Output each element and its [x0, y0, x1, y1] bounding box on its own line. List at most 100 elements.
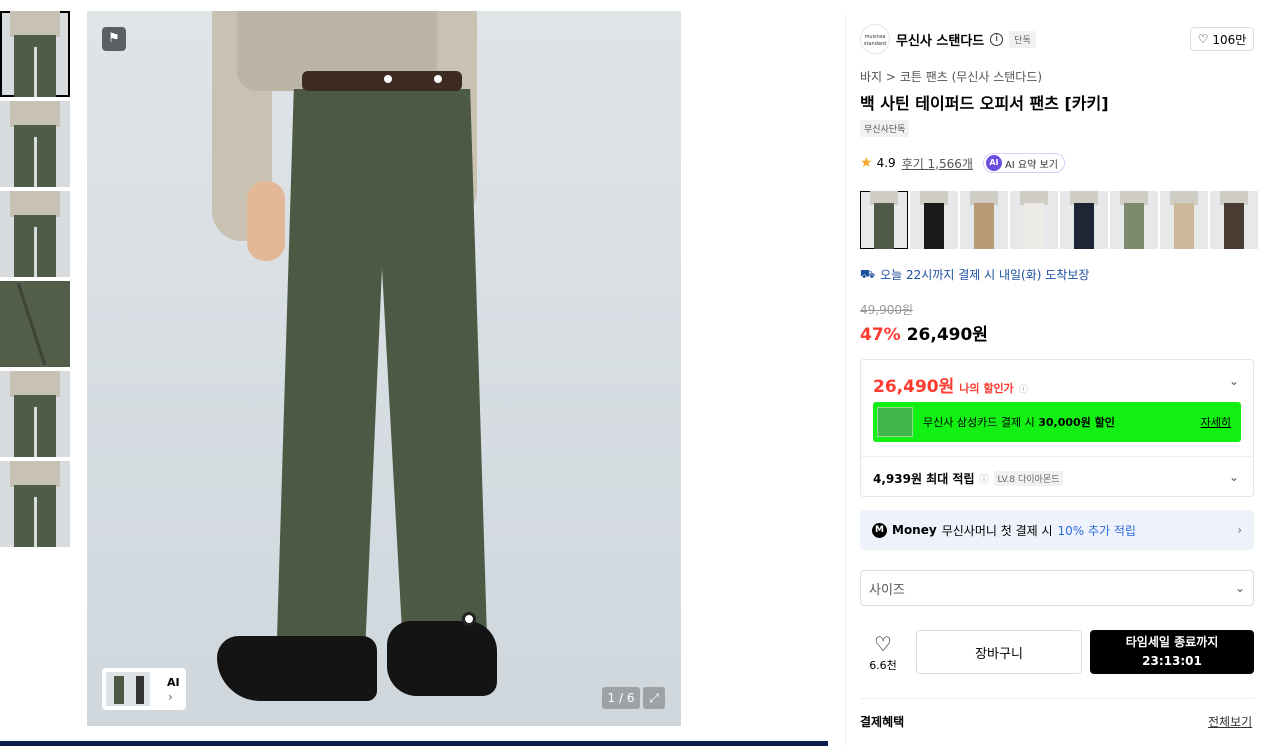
card-more-link[interactable]: 자세히 — [1201, 414, 1231, 430]
chevron-down-icon: ⌄ — [1234, 581, 1245, 595]
color-option-4[interactable] — [1010, 191, 1058, 249]
main-product-image[interactable]: ⚑ AI › 1 / 6 ⤢ — [87, 11, 681, 726]
expand-icon[interactable]: ⤢ — [643, 687, 665, 709]
my-price-amount: 26,490원 — [873, 377, 955, 397]
exclusive-chip: 단독 — [1009, 30, 1036, 48]
info-icon[interactable]: ⓘ — [1019, 382, 1028, 395]
thumbnail-4[interactable] — [0, 281, 70, 367]
thumbnail-torso — [10, 11, 60, 37]
color-option-1[interactable] — [860, 191, 908, 249]
info-icon[interactable]: ⓘ — [980, 472, 989, 485]
thumbnail-6[interactable] — [0, 461, 70, 547]
card-promo-banner[interactable]: 무신사 삼성카드 결제 시 30,000원 할인 자세히 — [873, 402, 1241, 442]
color-option-pants — [1124, 203, 1144, 249]
ai-preview-image — [106, 672, 150, 706]
price-row: 47% 26,490원 — [860, 320, 988, 345]
ai-icon: AI — [985, 155, 1002, 171]
color-option-pants — [874, 203, 894, 249]
color-option-pants — [1224, 203, 1244, 249]
product-title: 백 사틴 테이퍼드 오피서 팬츠 [카키] — [860, 94, 1109, 113]
thumbnail-detail — [16, 282, 47, 366]
info-icon[interactable]: i — [990, 32, 1004, 46]
color-option-pants — [924, 203, 944, 249]
money-logo-icon: M — [872, 522, 887, 538]
color-option-5[interactable] — [1060, 191, 1108, 249]
benefit-box: 26,490원 나의 할인가 ⓘ ⌄ 무신사 삼성카드 결제 시 30,000원… — [860, 359, 1254, 497]
color-option-pants — [1024, 203, 1044, 249]
brand-like-count: 106만 — [1212, 32, 1247, 47]
review-link[interactable]: 후기 1,566개 — [902, 155, 973, 172]
add-to-cart-button[interactable]: 장바구니 — [916, 630, 1082, 674]
money-promo-bar[interactable]: M Money 무신사머니 첫 결제 시 10% 추가 적립 › — [860, 510, 1254, 550]
discount-rate: 47% — [860, 325, 901, 345]
thumbnail-torso — [10, 101, 60, 127]
image-counter: 1 / 6 — [602, 687, 640, 709]
divider — [860, 698, 1254, 699]
card-promo-amount: 30,000원 할인 — [1038, 416, 1115, 429]
rating-value: 4.9 — [876, 156, 896, 170]
color-option-pants — [974, 203, 994, 249]
brand-like-button[interactable]: ♡ 106만 — [1190, 27, 1254, 51]
color-option-pants — [1174, 203, 1194, 249]
chevron-right-icon: > — [885, 70, 896, 84]
divider — [861, 456, 1253, 457]
points-row[interactable]: 4,939원 최대 적립 ⓘ LV.8 다이아몬드 — [873, 470, 1064, 487]
thumbnail-3[interactable] — [0, 191, 70, 277]
card-promo-text: 무신사 삼성카드 결제 시 30,000원 할인 — [923, 414, 1115, 430]
thumbnail-pants — [14, 395, 56, 457]
tag-icon[interactable]: ⚑ — [102, 27, 126, 51]
color-options — [860, 191, 1258, 249]
brand-name[interactable]: 무신사 스탠다드 — [896, 30, 984, 49]
color-option-3[interactable] — [960, 191, 1008, 249]
bottom-bar — [0, 741, 828, 746]
thumbnail-1[interactable] — [0, 11, 70, 97]
delivery-info: ⛟ 오늘 22시까지 결제 시 내일(화) 도착보장 — [860, 266, 1089, 283]
ai-similar-button[interactable]: AI › — [102, 668, 186, 710]
breadcrumb-category[interactable]: 바지 — [860, 70, 882, 84]
color-option-2[interactable] — [910, 191, 958, 249]
product-info-panel: musinsa standard 무신사 스탠다드 i 단독 ♡ 106만 바지… — [845, 13, 1272, 746]
thumbnail-pants — [14, 125, 56, 187]
ai-label: AI — [167, 676, 180, 689]
level-chip: LV.8 다이아몬드 — [993, 471, 1064, 486]
payment-view-all-link[interactable]: 전체보기 — [1208, 713, 1252, 730]
color-option-8[interactable] — [1210, 191, 1258, 249]
thumbnail-5[interactable] — [0, 371, 70, 457]
musinsa-exclusive-chip: 무신사단독 — [860, 120, 910, 137]
product-page: ⚑ AI › 1 / 6 ⤢ musinsa standard 무신사 스탠다드… — [0, 0, 1272, 746]
breadcrumb: 바지 > 코튼 팬츠 (무신사 스탠다드) — [860, 68, 1042, 85]
rating-row: ★ 4.9 후기 1,566개 AI AI 요약 보기 — [860, 153, 1065, 173]
color-option-6[interactable] — [1110, 191, 1158, 249]
original-price: 49,900원 — [860, 303, 914, 317]
brand-logo[interactable]: musinsa standard — [860, 24, 890, 54]
wishlist-button[interactable]: ♡ 6.6천 — [860, 633, 906, 673]
size-placeholder: 사이즈 — [869, 582, 905, 598]
brand-row: musinsa standard 무신사 스탠다드 i 단독 — [860, 23, 1036, 55]
chevron-down-icon[interactable]: ⌄ — [1229, 470, 1239, 484]
wishlist-count: 6.6천 — [869, 659, 897, 672]
money-accent: 10% 추가 적립 — [1057, 523, 1136, 538]
chevron-down-icon[interactable]: ⌄ — [1229, 374, 1239, 388]
my-price-row[interactable]: 26,490원 나의 할인가 ⓘ — [873, 372, 1028, 397]
thumbnail-pants — [14, 215, 56, 277]
hotspot-dot[interactable] — [462, 612, 476, 626]
model-shoe — [387, 621, 497, 696]
thumbnail-torso — [10, 371, 60, 397]
heart-icon: ♡ — [1197, 32, 1209, 46]
points-text: 4,939원 최대 적립 — [873, 472, 975, 486]
model-hand — [247, 181, 285, 261]
thumbnail-2[interactable] — [0, 101, 70, 187]
breadcrumb-subcategory[interactable]: 코튼 팬츠 (무신사 스탠다드) — [900, 70, 1042, 84]
buy-button[interactable]: 타임세일 종료까지 23:13:01 — [1090, 630, 1254, 674]
model-shoe — [217, 636, 377, 701]
size-select[interactable]: 사이즈 ⌄ — [860, 570, 1254, 606]
ai-summary-button[interactable]: AI AI 요약 보기 — [982, 153, 1065, 173]
color-option-pants — [1074, 203, 1094, 249]
thumbnail-pants — [14, 485, 56, 547]
hotspot-dot[interactable] — [384, 75, 392, 83]
thumbnail-pants — [14, 35, 56, 97]
hotspot-dot[interactable] — [434, 75, 442, 83]
thumbnail-list — [0, 11, 70, 551]
color-option-7[interactable] — [1160, 191, 1208, 249]
sale-price: 26,490원 — [906, 325, 988, 345]
